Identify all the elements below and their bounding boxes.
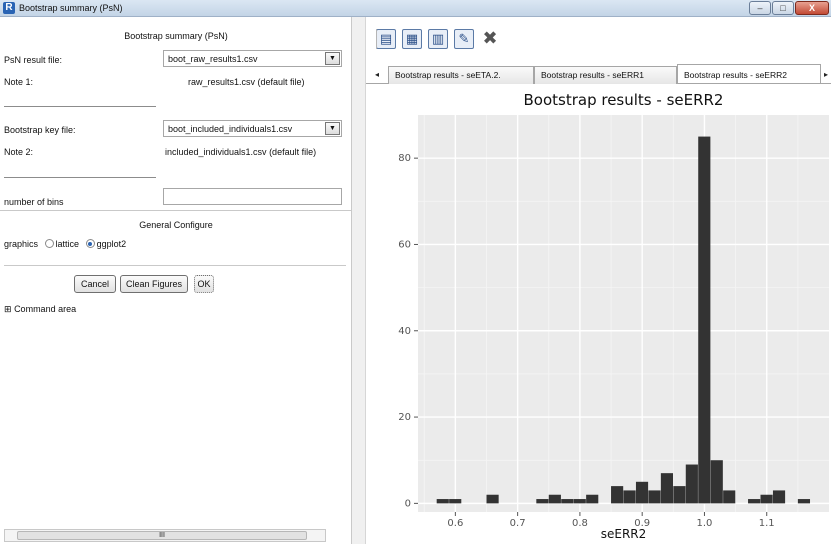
plot-toolbar: ▤ ▦ ▥ ✎ ✖: [376, 29, 500, 53]
note2-text: included_individuals1.csv (default file): [165, 147, 317, 157]
bootstrap-key-label: Bootstrap key file:: [4, 125, 76, 135]
histogram-bar: [611, 486, 624, 504]
histogram-bar: [486, 494, 499, 504]
ok-button[interactable]: OK: [194, 275, 214, 293]
bootstrap-key-value: boot_included_individuals1.csv: [168, 124, 293, 134]
note1-underline: [4, 106, 156, 107]
histogram-bar: [723, 490, 736, 504]
histogram-bar: [772, 490, 786, 504]
tab-seerr1[interactable]: Bootstrap results - seERR1: [534, 66, 677, 84]
bootstrap-key-combo[interactable]: boot_included_individuals1.csv ▼: [163, 120, 342, 137]
tab-seerr2[interactable]: Bootstrap results - seERR2: [677, 64, 821, 83]
histogram-bar: [449, 499, 462, 504]
results-tabs: ◂ Bootstrap results - seETA.2. Bootstrap…: [366, 64, 831, 84]
tabs-left-arrow-icon[interactable]: ◂: [375, 70, 379, 79]
x-tick-label: 0.6: [447, 518, 463, 529]
x-tick-label: 0.8: [572, 518, 588, 529]
histogram-bar: [748, 499, 761, 504]
form-heading: Bootstrap summary (PsN): [124, 31, 228, 41]
histogram-bar: [673, 486, 686, 504]
y-tick-label: 0: [405, 498, 411, 509]
histogram-bar: [548, 494, 561, 504]
command-area-toggle[interactable]: ⊞ Command area: [4, 304, 76, 315]
pane-splitter[interactable]: [352, 17, 366, 544]
minimize-button[interactable]: –: [749, 1, 771, 15]
note1-label: Note 1:: [4, 77, 34, 87]
histogram-bar: [536, 499, 549, 504]
expand-plus-icon[interactable]: ⊞: [4, 304, 12, 314]
note1-text: raw_results1.csv (default file): [188, 77, 305, 87]
histogram-bar: [648, 490, 661, 504]
histogram-bar: [635, 481, 649, 504]
histogram-bar: [573, 499, 586, 504]
psn-result-value: boot_raw_results1.csv: [168, 54, 258, 64]
histogram-bar: [797, 499, 811, 504]
x-tick-label: 1.1: [759, 518, 775, 529]
window-title: Bootstrap summary (PsN): [19, 3, 123, 13]
psn-result-label: PsN result file:: [4, 55, 63, 65]
x-tick-label: 0.7: [510, 518, 526, 529]
x-tick-label: 1.0: [697, 518, 713, 529]
y-tick-label: 60: [398, 239, 411, 250]
note2-underline: [4, 177, 156, 178]
close-window-button[interactable]: X: [795, 1, 829, 15]
close-x-icon[interactable]: ✖: [480, 29, 500, 49]
histogram-bar: [586, 494, 599, 504]
window-titlebar: R Bootstrap summary (PsN) – □ X: [0, 0, 831, 17]
toolbar-separator: [376, 29, 377, 49]
y-tick-label: 80: [398, 153, 411, 164]
section-divider: [0, 210, 352, 211]
chevron-down-icon[interactable]: ▼: [325, 122, 340, 135]
x-axis-label: seERR2: [601, 527, 647, 541]
bins-input[interactable]: [163, 188, 342, 205]
chevron-down-icon[interactable]: ▼: [325, 52, 340, 65]
horizontal-scrollbar[interactable]: III: [4, 529, 326, 542]
histogram-bar: [561, 499, 574, 504]
plot-pane: ▤ ▦ ▥ ✎ ✖ ◂ Bootstrap results - seETA.2.…: [366, 17, 831, 544]
histogram-bar: [685, 464, 698, 504]
radio-lattice-label[interactable]: lattice: [56, 239, 80, 249]
buttons-divider: [4, 265, 346, 266]
histogram-chart: Bootstrap results - seERR2 0 20 40 60 80 0.6 0.…: [398, 91, 829, 541]
radio-lattice[interactable]: [44, 239, 54, 248]
graphics-label: graphics: [4, 239, 39, 249]
histogram-bar: [436, 499, 449, 504]
clean-figures-button[interactable]: Clean Figures: [120, 275, 188, 293]
grid-icon[interactable]: ▥: [428, 29, 448, 49]
histogram-bar: [760, 494, 773, 504]
chart-title: Bootstrap results - seERR2: [524, 91, 724, 109]
tabs-right-arrow-icon[interactable]: ▸: [824, 70, 828, 79]
psn-result-combo[interactable]: boot_raw_results1.csv ▼: [163, 50, 342, 67]
histogram-bar: [623, 490, 636, 504]
bins-label: number of bins: [4, 197, 64, 207]
window-controls: – □ X: [749, 1, 829, 15]
radio-ggplot2-label[interactable]: ggplot2: [97, 239, 127, 249]
save-icon[interactable]: ▤: [376, 29, 396, 49]
histogram-bar: [710, 460, 723, 504]
y-tick-label: 40: [398, 326, 411, 337]
note2-label: Note 2:: [4, 147, 34, 157]
y-tick-label: 20: [398, 412, 411, 423]
graphics-row: graphics lattice ggplot2: [4, 239, 126, 249]
histogram-bar: [660, 473, 674, 504]
cancel-button[interactable]: Cancel: [74, 275, 116, 293]
edit-icon[interactable]: ✎: [454, 29, 474, 49]
command-area-label: Command area: [14, 304, 77, 314]
general-configure-heading: General Configure: [139, 220, 213, 230]
radio-ggplot2[interactable]: [85, 239, 95, 248]
histogram-bar: [698, 136, 711, 504]
tab-seeta2[interactable]: Bootstrap results - seETA.2.: [388, 66, 534, 84]
form-pane: Bootstrap summary (PsN) PsN result file:…: [0, 17, 352, 544]
chart-image-icon[interactable]: ▦: [402, 29, 422, 49]
scroll-thumb[interactable]: III: [17, 531, 307, 540]
maximize-button[interactable]: □: [772, 1, 794, 15]
r-app-icon: R: [3, 2, 15, 14]
